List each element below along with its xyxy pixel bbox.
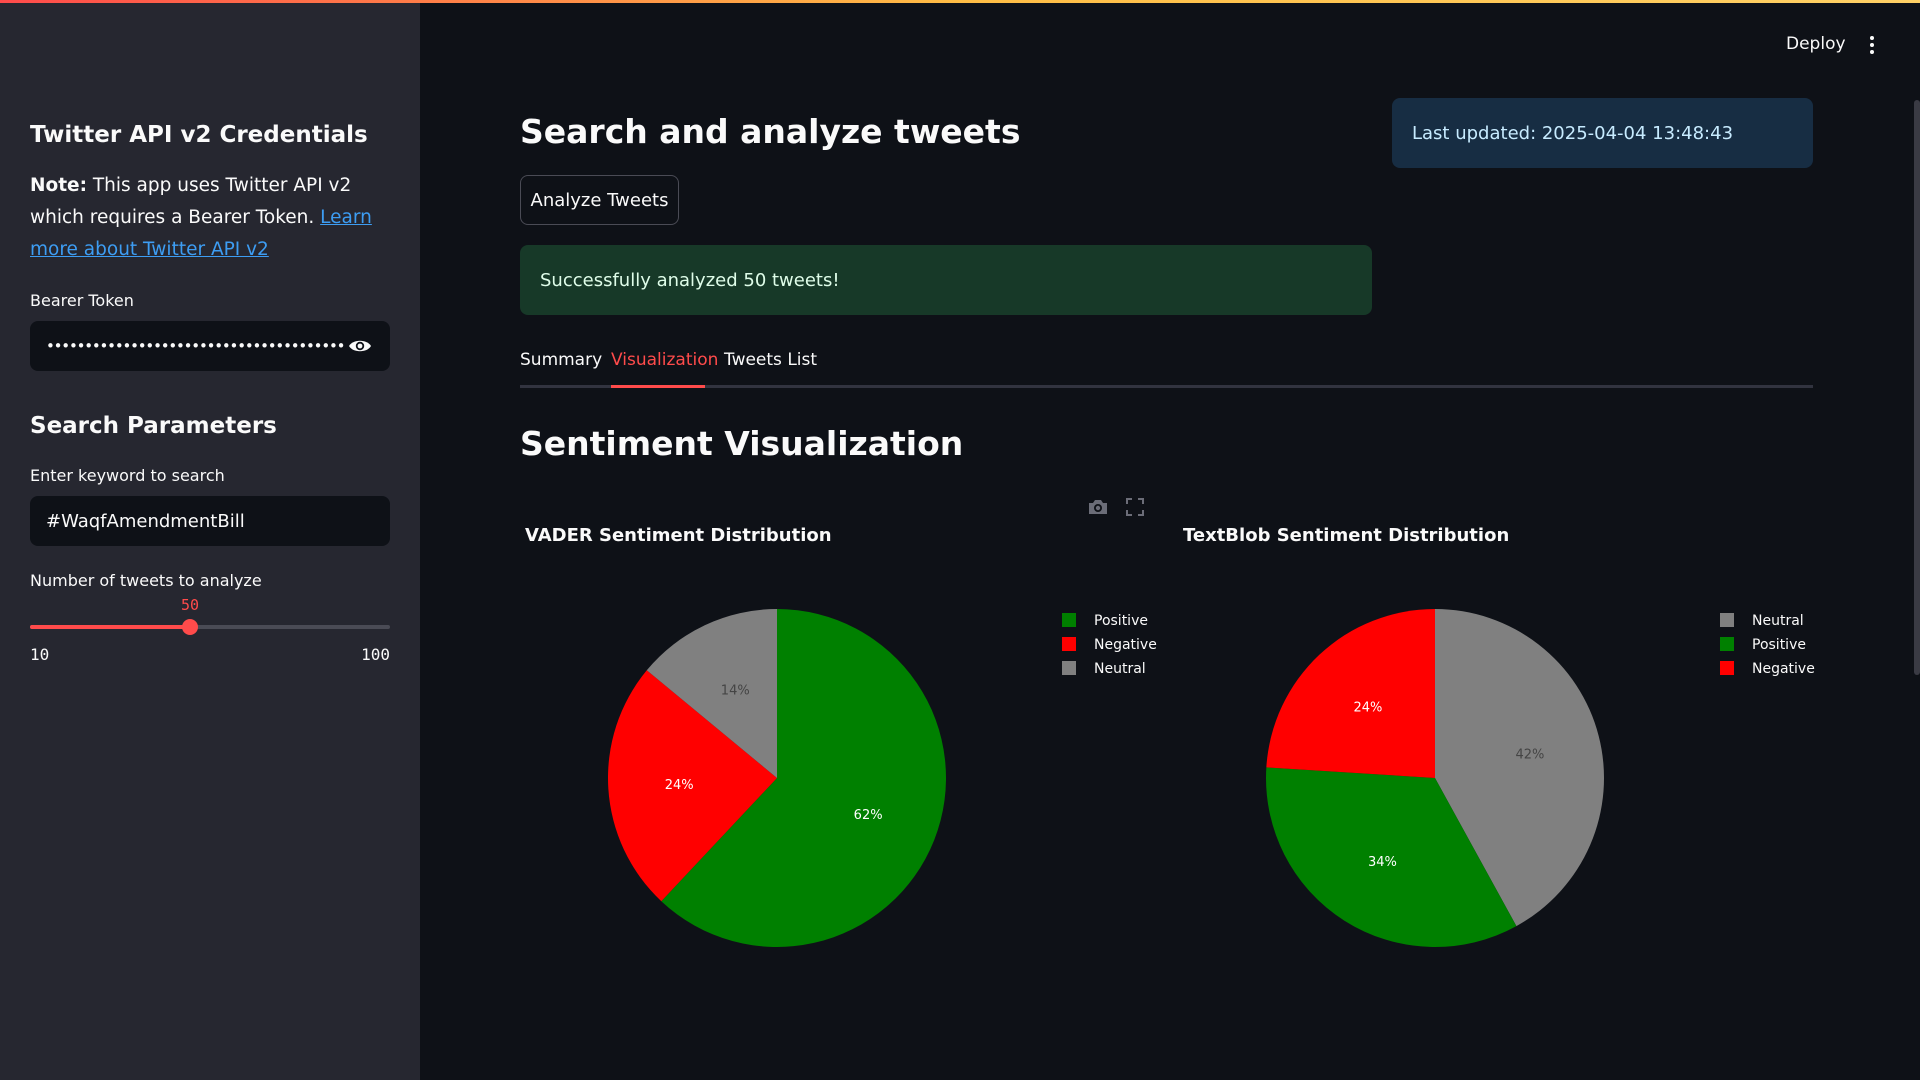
kebab-menu-icon[interactable] — [1866, 33, 1878, 57]
textblob-pie-svg: 42% 34% 24% Neutral Positive Negative — [1266, 609, 1815, 947]
legend-swatch-neutral[interactable] — [1720, 613, 1734, 627]
slider-min: 10 — [30, 645, 50, 664]
tab-summary[interactable]: Summary — [520, 350, 602, 370]
eye-icon[interactable] — [346, 336, 374, 356]
slider-thumb[interactable] — [182, 619, 198, 635]
legend-swatch-positive[interactable] — [1062, 613, 1076, 627]
vader-pie-svg: 62% 24% 14% Positive Negative Neutral — [608, 609, 1157, 947]
tab-divider — [520, 385, 1813, 388]
legend-label-positive[interactable]: Positive — [1094, 613, 1148, 629]
credentials-heading: Twitter API v2 Credentials — [30, 122, 368, 148]
tab-visualization[interactable]: Visualization — [611, 350, 718, 370]
legend-swatch-positive[interactable] — [1720, 637, 1734, 651]
slice-label-negative: 24% — [665, 778, 694, 793]
slice-label-positive: 62% — [854, 808, 883, 823]
bearer-token-field[interactable]: ••••••••••••••••••••••••••••••••••••••••… — [30, 321, 390, 371]
sidebar: Twitter API v2 Credentials Note: This ap… — [0, 0, 420, 1080]
bearer-token-label: Bearer Token — [30, 291, 134, 310]
legend-label-positive[interactable]: Positive — [1752, 637, 1806, 653]
fullscreen-icon[interactable] — [1126, 498, 1148, 518]
page-title: Search and analyze tweets — [520, 112, 1021, 151]
keyword-label: Enter keyword to search — [30, 466, 225, 485]
legend-swatch-negative[interactable] — [1720, 661, 1734, 675]
slice-label-neutral: 14% — [721, 683, 750, 698]
tweet-count-label: Number of tweets to analyze — [30, 571, 262, 590]
last-updated-info: Last updated: 2025-04-04 13:48:43 — [1392, 98, 1813, 168]
legend-label-negative[interactable]: Negative — [1094, 637, 1157, 653]
tweet-count-slider[interactable] — [30, 619, 390, 635]
slice-label-positive: 34% — [1368, 855, 1397, 870]
tab-tweets-list[interactable]: Tweets List — [724, 350, 817, 370]
analyze-tweets-button[interactable]: Analyze Tweets — [520, 175, 679, 225]
bearer-token-value[interactable]: ••••••••••••••••••••••••••••••••••••••••… — [46, 337, 346, 355]
legend-label-neutral[interactable]: Neutral — [1752, 613, 1804, 629]
note-bold: Note: — [30, 175, 87, 196]
slider-fill — [30, 625, 190, 629]
slice-label-negative: 24% — [1353, 701, 1382, 716]
tab-bar: Summary Visualization Tweets List — [520, 345, 1813, 388]
section-title: Sentiment Visualization — [520, 424, 964, 463]
slider-value: 50 — [181, 596, 200, 614]
search-parameters-heading: Search Parameters — [30, 413, 277, 439]
top-decoration-stripe — [0, 0, 1920, 3]
camera-icon[interactable] — [1087, 498, 1109, 518]
legend-swatch-neutral[interactable] — [1062, 661, 1076, 675]
legend-swatch-negative[interactable] — [1062, 637, 1076, 651]
legend-label-neutral[interactable]: Neutral — [1094, 661, 1146, 677]
keyword-value[interactable]: #WaqfAmendmentBill — [46, 511, 245, 532]
success-alert: Successfully analyzed 50 tweets! — [520, 245, 1372, 315]
keyword-input[interactable]: #WaqfAmendmentBill — [30, 496, 390, 546]
deploy-button[interactable]: Deploy — [1786, 34, 1846, 54]
scrollbar[interactable] — [1914, 100, 1920, 675]
pie-slice-negative[interactable] — [1266, 609, 1435, 778]
api-note: Note: This app uses Twitter API v2 which… — [30, 170, 400, 266]
active-tab-indicator — [611, 385, 705, 388]
slider-max: 100 — [361, 645, 390, 664]
slice-label-neutral: 42% — [1515, 748, 1544, 763]
legend-label-negative[interactable]: Negative — [1752, 661, 1815, 677]
